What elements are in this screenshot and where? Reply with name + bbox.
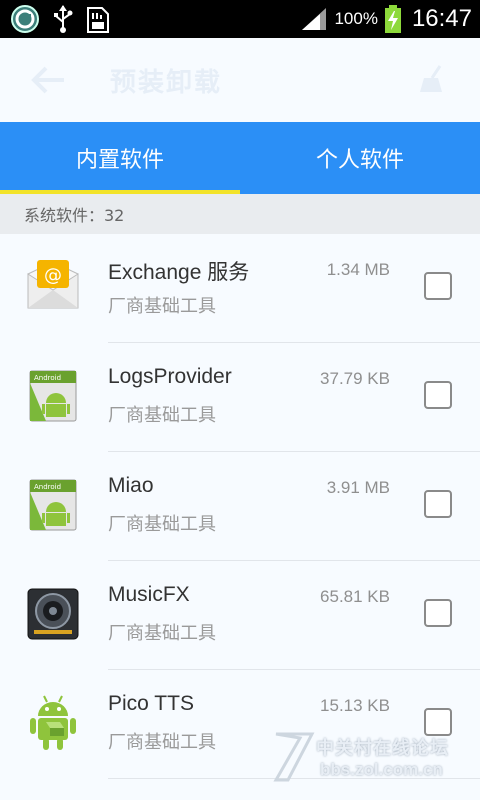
select-checkbox[interactable] [424, 272, 452, 300]
broom-icon[interactable] [418, 64, 448, 94]
watermark-text-cn: 中关村在线论坛 [316, 738, 449, 759]
tab-label: 个人软件 [315, 148, 404, 173]
action-bar: 预装卸载 [0, 38, 480, 122]
select-checkbox[interactable] [424, 599, 452, 627]
app-size: 3.91 MB [326, 478, 390, 497]
list-item[interactable]: @ Exchange 服务 厂商基础工具 1.34 MB [0, 234, 480, 343]
android-robot-icon [30, 695, 76, 750]
app-category: 厂商基础工具 [108, 514, 216, 535]
svg-text:Android: Android [34, 483, 61, 491]
android-app-icon: Android [29, 479, 77, 531]
app-name: Pico TTS [108, 692, 194, 715]
select-checkbox[interactable] [424, 381, 452, 409]
app-size: 1.34 MB [326, 260, 390, 279]
app-category: 厂商基础工具 [108, 405, 216, 426]
page-title: 预装卸载 [110, 68, 223, 98]
clock: 16:47 [411, 5, 472, 32]
status-right: 100% 16:47 [300, 0, 472, 38]
app-name: LogsProvider [108, 365, 232, 388]
sd-card-icon [87, 7, 109, 33]
list-item[interactable]: Android Miao 厂商基础工具 3.91 MB [0, 452, 480, 561]
app-name: Exchange 服务 [108, 261, 250, 284]
svg-text:Android: Android [34, 374, 61, 382]
battery-percent: 100% [334, 9, 378, 28]
app-category: 厂商基础工具 [108, 296, 216, 317]
watermark-text-en: bbs.zol.com.cn [320, 760, 443, 779]
zol-logo-icon [273, 732, 315, 782]
app-name: MusicFX [108, 583, 190, 606]
speaker-icon [27, 588, 79, 640]
app-size: 37.79 KB [320, 369, 390, 388]
tab-bar: 内置软件 个人软件 [0, 122, 480, 194]
watermark: 中关村在线论坛 bbs.zol.com.cn [270, 726, 470, 790]
app-size: 65.81 KB [320, 587, 390, 606]
email-envelope-icon: @ [26, 260, 80, 309]
select-checkbox[interactable] [424, 490, 452, 518]
app-name: Miao [108, 474, 154, 497]
tab-builtin-software[interactable]: 内置软件 [0, 122, 240, 194]
usb-icon [54, 5, 73, 33]
list-item[interactable]: MusicFX 厂商基础工具 65.81 KB [0, 561, 480, 670]
app-category: 厂商基础工具 [108, 732, 216, 753]
status-left-icons [10, 4, 110, 34]
tab-label: 内置软件 [75, 148, 164, 173]
app-size: 15.13 KB [320, 696, 390, 715]
status-bar: 100% 16:47 [0, 0, 480, 38]
back-arrow-icon[interactable] [28, 62, 68, 98]
section-header: 系统软件：32 [0, 194, 480, 234]
list-item[interactable]: Android LogsProvider 厂商基础工具 37.79 KB [0, 343, 480, 452]
svg-text:@: @ [44, 265, 62, 286]
app-notification-icon [11, 5, 39, 33]
battery-charging-icon [384, 5, 401, 33]
signal-icon [302, 8, 327, 30]
tab-personal-software[interactable]: 个人软件 [240, 122, 480, 194]
android-app-icon: Android [29, 370, 77, 422]
app-category: 厂商基础工具 [108, 623, 216, 644]
app-list: @ Exchange 服务 厂商基础工具 1.34 MB Android Log… [0, 234, 480, 779]
